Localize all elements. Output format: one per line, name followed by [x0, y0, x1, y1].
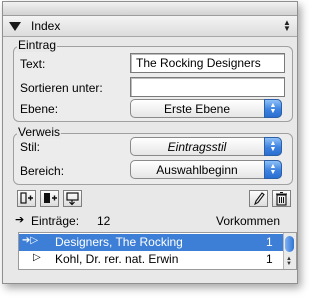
- pointer-arrow-icon: ➔: [15, 214, 25, 226]
- delete-button[interactable]: [272, 190, 291, 207]
- reference-group-title: Verweis: [17, 125, 62, 139]
- sort-label: Sortieren unter:: [20, 81, 103, 95]
- add-entry-button[interactable]: [17, 190, 36, 207]
- list-item-count: 1: [266, 235, 273, 249]
- level-popup[interactable]: Erste Ebene ▲ ▼: [130, 99, 282, 118]
- entries-count: 12: [97, 214, 111, 228]
- style-popup[interactable]: Eintragsstil ▲ ▼: [130, 137, 282, 156]
- add-all-entries-button[interactable]: [40, 190, 59, 207]
- entries-label: Einträge:: [31, 214, 80, 228]
- sort-field[interactable]: [130, 77, 285, 97]
- find-next-button[interactable]: [63, 190, 82, 207]
- list-item-name: Kohl, Dr. rer. nat. Erwin: [55, 252, 179, 266]
- range-popup-value: Auswahlbeginn: [156, 163, 238, 177]
- list-item[interactable]: ▷ Kohl, Dr. rer. nat. Erwin 1: [19, 251, 287, 268]
- trash-icon: [276, 192, 287, 206]
- palette-header[interactable]: Index ▲ ▼: [3, 16, 297, 37]
- style-label: Stil:: [20, 140, 41, 154]
- palette-menu-icon[interactable]: ▲ ▼: [282, 19, 292, 33]
- edit-button[interactable]: [249, 190, 268, 207]
- popup-arrows-icon: ▲ ▼: [264, 99, 282, 118]
- pointer-arrow-icon: ➔▷: [22, 235, 39, 246]
- edit-pencil-icon: [254, 192, 265, 206]
- text-label: Text:: [20, 57, 46, 71]
- scroll-arrows-icon[interactable]: ▲ ▼: [286, 256, 292, 267]
- occurrences-label: Vorkommen: [216, 214, 281, 228]
- entry-group-title: Eintrag: [17, 38, 58, 52]
- index-entry-list[interactable]: ➔▷ Designers, The Rocking 1 ▷ Kohl, Dr. …: [18, 232, 297, 270]
- find-next-icon: [66, 192, 79, 206]
- scrollbar-thumb[interactable]: [285, 236, 294, 252]
- collapse-triangle-icon[interactable]: [9, 22, 21, 31]
- style-popup-value: Eintragsstil: [167, 140, 227, 154]
- level-popup-value: Erste Ebene: [163, 102, 231, 116]
- list-item-count: 1: [266, 252, 273, 266]
- popup-arrows-icon: ▲ ▼: [264, 137, 282, 156]
- index-palette: Index ▲ ▼ Eintrag Text: The Rocking Desig…: [2, 1, 298, 284]
- list-item[interactable]: ➔▷ Designers, The Rocking 1: [19, 234, 287, 251]
- range-popup[interactable]: Auswahlbeginn ▲ ▼: [130, 160, 282, 179]
- popup-arrows-icon: ▲ ▼: [264, 160, 282, 179]
- level-label: Ebene:: [20, 102, 59, 116]
- add-entry-icon: [20, 192, 33, 204]
- text-field[interactable]: The Rocking Designers: [130, 53, 285, 73]
- list-item-name: Designers, The Rocking: [55, 235, 183, 249]
- disclosure-triangle-icon[interactable]: ▷: [33, 252, 41, 263]
- list-scrollbar[interactable]: ▲ ▼: [283, 233, 296, 269]
- range-label: Bereich:: [20, 164, 65, 178]
- palette-titlebar[interactable]: [3, 2, 297, 16]
- palette-title: Index: [31, 19, 61, 33]
- add-all-entries-icon: [44, 193, 57, 203]
